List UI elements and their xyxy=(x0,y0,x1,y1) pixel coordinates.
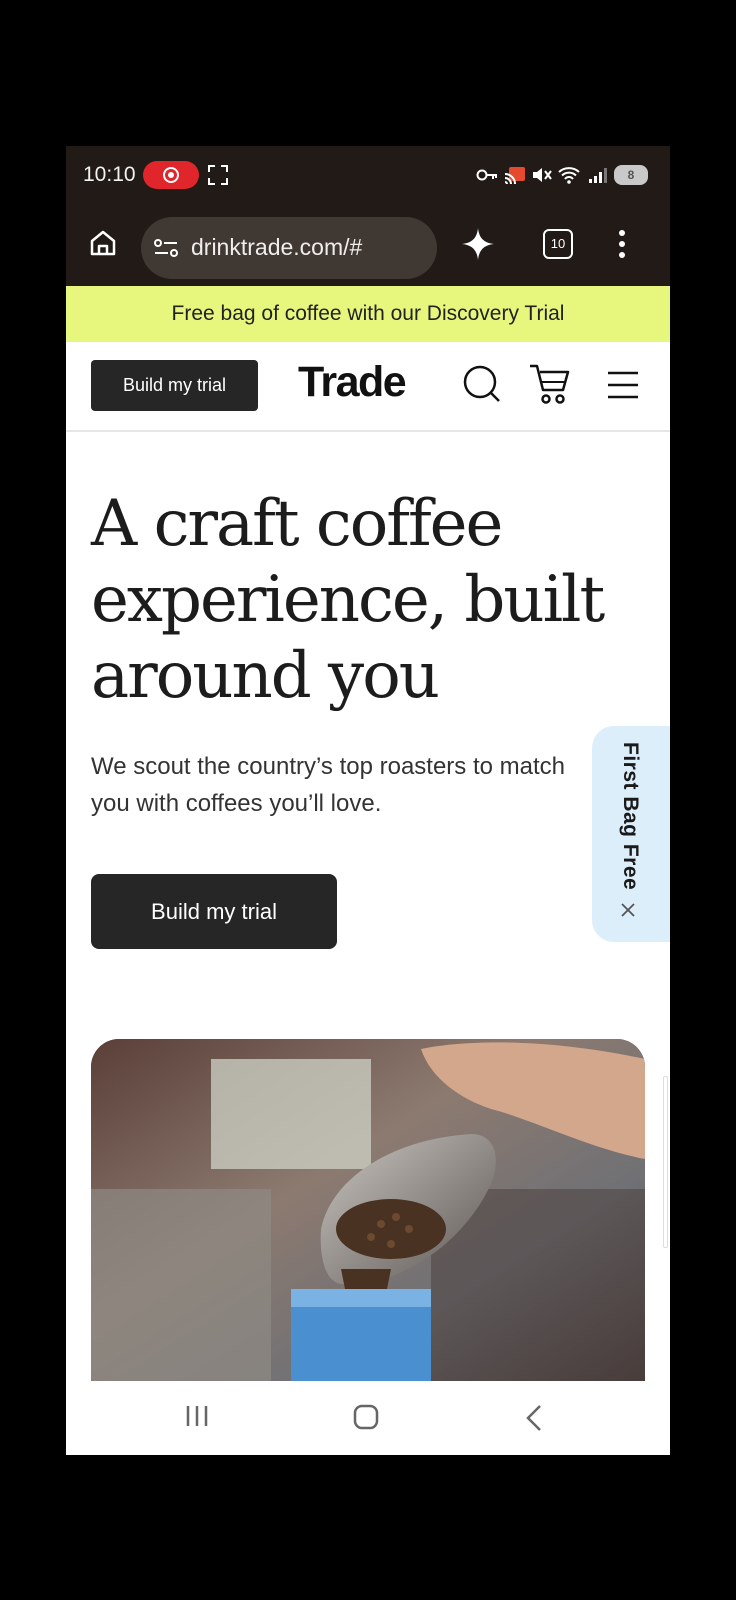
more-options-icon[interactable] xyxy=(616,228,628,260)
hamburger-menu-icon[interactable] xyxy=(606,370,640,400)
header-build-trial-button[interactable]: Build my trial xyxy=(91,360,258,411)
recent-apps-icon[interactable] xyxy=(184,1403,210,1429)
scrollbar[interactable] xyxy=(663,1076,668,1248)
status-icons: 8 xyxy=(476,162,648,188)
phone-screen: 10:10 8 drinktrade.com/# 10 Free bag of … xyxy=(66,146,670,1455)
signal-icon xyxy=(589,168,607,183)
hero-title: A craft coffee experience, built around … xyxy=(91,487,605,713)
cast-icon xyxy=(504,167,525,184)
home-icon[interactable] xyxy=(88,228,118,258)
announcement-bar[interactable]: Free bag of coffee with our Discovery Tr… xyxy=(66,286,670,342)
hero-subtitle: We scout the country’s top roasters to m… xyxy=(91,753,565,817)
expand-icon xyxy=(208,165,228,185)
url-text[interactable]: drinktrade.com/# xyxy=(191,234,362,261)
sparkle-icon[interactable] xyxy=(460,226,496,262)
tab-switcher-button[interactable]: 10 xyxy=(543,229,573,259)
site-settings-icon[interactable] xyxy=(153,237,179,259)
coffee-scoop-illustration xyxy=(91,1039,645,1389)
first-bag-free-tab[interactable]: First Bag Free xyxy=(592,726,670,942)
status-bar: 10:10 8 xyxy=(66,146,670,206)
screen-record-icon[interactable] xyxy=(143,161,199,189)
close-icon[interactable] xyxy=(620,902,636,918)
mute-icon xyxy=(533,168,552,182)
address-bar[interactable]: drinktrade.com/# xyxy=(141,217,437,279)
hero-build-trial-button[interactable]: Build my trial xyxy=(91,874,337,949)
status-time: 10:10 xyxy=(83,163,136,186)
key-icon xyxy=(476,169,497,181)
promo-tab-label[interactable]: First Bag Free xyxy=(618,742,642,890)
browser-toolbar: drinktrade.com/# 10 xyxy=(66,206,670,286)
site-header: Build my trial Trade xyxy=(66,342,670,432)
system-navigation-bar xyxy=(66,1381,670,1455)
search-icon[interactable] xyxy=(462,364,502,404)
battery-icon: 8 xyxy=(614,165,648,185)
home-button-icon[interactable] xyxy=(352,1403,380,1431)
cart-icon[interactable] xyxy=(528,362,570,406)
back-icon[interactable] xyxy=(524,1403,544,1433)
trade-logo[interactable]: Trade xyxy=(298,358,407,407)
hero-coffee-image xyxy=(91,1039,645,1389)
wifi-icon xyxy=(558,167,580,184)
